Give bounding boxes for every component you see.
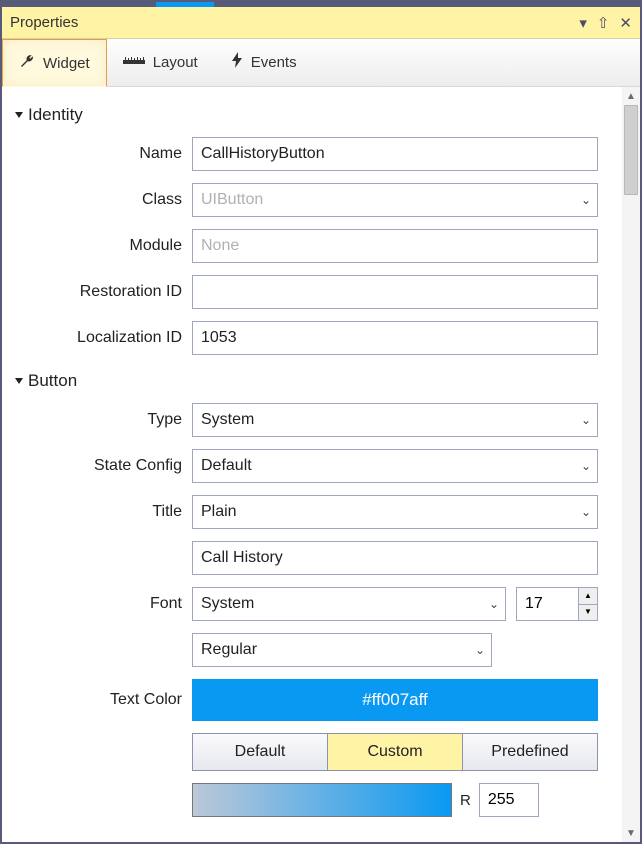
- r-input[interactable]: [479, 783, 539, 817]
- chevron-down-icon: ⌄: [489, 597, 499, 611]
- scroll-track[interactable]: [622, 105, 640, 824]
- close-icon[interactable]: ✕: [619, 14, 632, 32]
- name-input[interactable]: [192, 137, 598, 171]
- module-value: None: [201, 237, 239, 255]
- font-label: Font: [2, 595, 182, 613]
- spinner-up-button[interactable]: ▲: [579, 588, 597, 605]
- section-identity-header[interactable]: Identity: [2, 97, 622, 129]
- panel-body: Identity Name Class UIButton ⌄ Module No…: [2, 87, 640, 842]
- module-label: Module: [2, 237, 182, 255]
- class-combo[interactable]: UIButton ⌄: [192, 183, 598, 217]
- scroll-thumb[interactable]: [624, 105, 638, 195]
- scroll-content: Identity Name Class UIButton ⌄ Module No…: [2, 87, 622, 842]
- module-input[interactable]: None: [192, 229, 598, 263]
- restoration-input[interactable]: [192, 275, 598, 309]
- restoration-label: Restoration ID: [2, 283, 182, 301]
- title-label: Title: [2, 503, 182, 521]
- chevron-down-icon: ⌄: [581, 193, 591, 207]
- bolt-icon: [231, 52, 243, 73]
- font-row: System ⌄ ▲ ▼: [192, 587, 598, 621]
- title-mode-value: Plain: [201, 503, 237, 521]
- gradient-preview[interactable]: [192, 783, 452, 817]
- stateconfig-value: Default: [201, 457, 252, 475]
- stateconfig-label: State Config: [2, 457, 182, 475]
- section-identity-grid: Name Class UIButton ⌄ Module None Restor…: [2, 129, 622, 363]
- tab-events-label: Events: [251, 54, 297, 71]
- section-identity-title: Identity: [28, 105, 83, 125]
- chevron-down-icon: [15, 112, 23, 118]
- vertical-scrollbar[interactable]: ▲ ▼: [622, 87, 640, 842]
- top-accent-strip: [2, 2, 640, 7]
- scroll-down-button[interactable]: ▼: [622, 824, 640, 842]
- font-family-value: System: [201, 595, 254, 613]
- localization-label: Localization ID: [2, 329, 182, 347]
- name-label: Name: [2, 145, 182, 163]
- tab-layout-label: Layout: [153, 54, 198, 71]
- scroll-up-button[interactable]: ▲: [622, 87, 640, 105]
- font-size-spinner[interactable]: ▲ ▼: [516, 587, 598, 621]
- textcolor-hex: #ff007aff: [362, 690, 428, 710]
- pin-icon[interactable]: ⇧: [597, 14, 610, 32]
- chevron-down-icon: ⌄: [581, 505, 591, 519]
- seg-custom-button[interactable]: Custom: [328, 734, 463, 770]
- chevron-down-icon: ⌄: [475, 643, 485, 657]
- type-label: Type: [2, 411, 182, 429]
- toolbar-tabs: Widget Layout Events: [2, 39, 640, 87]
- color-r-row: R: [192, 783, 598, 817]
- chevron-down-icon: ⌄: [581, 459, 591, 473]
- section-button-header[interactable]: Button: [2, 363, 622, 395]
- section-button-grid: Type System ⌄ State Config Default ⌄ Tit…: [2, 395, 622, 825]
- title-text-input[interactable]: [192, 541, 598, 575]
- tab-widget-label: Widget: [43, 55, 90, 72]
- chevron-down-icon: [15, 378, 23, 384]
- font-weight-value: Regular: [201, 641, 257, 659]
- class-label: Class: [2, 191, 182, 209]
- properties-panel: Properties ▾ ⇧ ✕ Widget Layout Events: [0, 0, 642, 844]
- tab-events[interactable]: Events: [215, 39, 314, 86]
- spinner-down-button[interactable]: ▼: [579, 605, 597, 621]
- stateconfig-combo[interactable]: Default ⌄: [192, 449, 598, 483]
- tab-widget[interactable]: Widget: [2, 39, 107, 87]
- type-combo-value: System: [201, 411, 254, 429]
- window-controls: ▾ ⇧ ✕: [579, 14, 632, 32]
- ruler-icon: [123, 54, 145, 72]
- r-label: R: [460, 792, 471, 809]
- tab-layout[interactable]: Layout: [107, 39, 215, 86]
- font-weight-combo[interactable]: Regular ⌄: [192, 633, 492, 667]
- chevron-down-icon: ⌄: [581, 413, 591, 427]
- type-combo[interactable]: System ⌄: [192, 403, 598, 437]
- panel-title: Properties: [10, 14, 579, 31]
- class-combo-value: UIButton: [201, 191, 263, 209]
- titlebar: Properties ▾ ⇧ ✕: [2, 7, 640, 39]
- localization-input[interactable]: [192, 321, 598, 355]
- font-size-input[interactable]: [516, 587, 578, 621]
- wrench-icon: [19, 53, 35, 74]
- spinner-buttons: ▲ ▼: [578, 587, 598, 621]
- section-button-title: Button: [28, 371, 77, 391]
- textcolor-label: Text Color: [2, 691, 182, 709]
- seg-default-button[interactable]: Default: [193, 734, 328, 770]
- font-family-combo[interactable]: System ⌄: [192, 587, 506, 621]
- color-source-segment: Default Custom Predefined: [192, 733, 598, 771]
- seg-predefined-button[interactable]: Predefined: [463, 734, 597, 770]
- title-mode-combo[interactable]: Plain ⌄: [192, 495, 598, 529]
- textcolor-swatch[interactable]: #ff007aff: [192, 679, 598, 721]
- dropdown-icon[interactable]: ▾: [579, 14, 587, 32]
